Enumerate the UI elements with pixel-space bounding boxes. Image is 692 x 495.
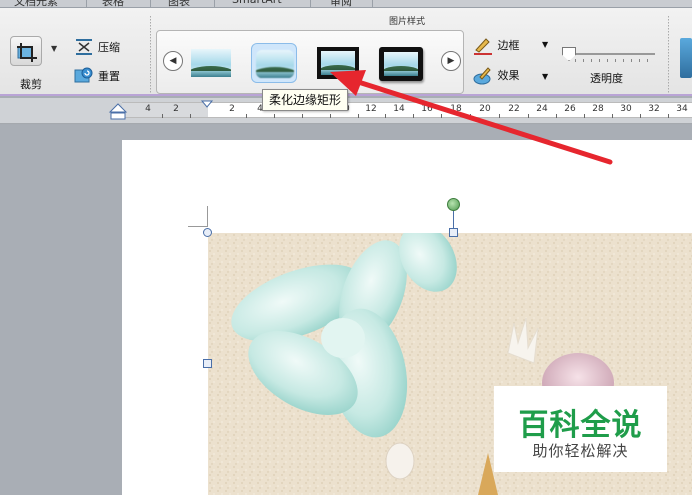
ribbon-tab-strip: 文档元素 表格 图表 SmartArt 审阅 (0, 0, 692, 8)
reset-button[interactable]: 重置 (74, 66, 120, 86)
rotation-handle[interactable] (447, 198, 460, 211)
ribbon: 裁剪 ▼ 压缩 重置 图片样式 ◀ ▶ 边框 ▼ 效果 ▼ 透明度 (0, 8, 692, 96)
style-thumbnail-image (191, 49, 231, 77)
ruler-number: 20 (479, 104, 491, 114)
left-indent-marker (108, 103, 128, 113)
resize-handle-top-left[interactable] (203, 228, 212, 237)
tab-separator (310, 0, 311, 7)
compress-label: 压缩 (98, 41, 120, 54)
style-thumbnail-image (317, 47, 359, 79)
ruler-tick (640, 114, 641, 118)
margin-corner-mark (207, 206, 208, 226)
style-soft-edge[interactable] (251, 43, 297, 83)
border-label: 边框 (497, 39, 520, 52)
compress-button[interactable]: 压缩 (74, 37, 120, 57)
ruler-number: 2 (229, 104, 235, 114)
transparency-slider-ticks (575, 59, 655, 62)
ruler-number: 30 (620, 104, 632, 114)
picture-styles-gallery: ◀ ▶ (156, 30, 464, 94)
border-button[interactable]: 边框 (472, 36, 520, 56)
ruler-number: 4 (145, 104, 151, 114)
pen-border-icon (474, 38, 492, 55)
margin-corner-mark (188, 226, 208, 227)
tab-separator (372, 0, 373, 7)
crop-button[interactable]: 裁剪 (6, 34, 46, 92)
tab-separator (86, 0, 87, 7)
group-separator (668, 16, 669, 94)
gallery-prev-button[interactable]: ◀ (163, 51, 183, 71)
ruler-tick (441, 114, 442, 118)
ruler-number: 34 (676, 104, 688, 114)
effects-button[interactable]: 效果 (472, 66, 520, 86)
ruler-number: 24 (536, 104, 548, 114)
transparency-slider-track[interactable] (567, 53, 655, 55)
tab-document-elements[interactable]: 文档元素 (14, 0, 58, 7)
tab-separator (150, 0, 151, 7)
ruler-tick (385, 114, 386, 118)
first-line-indent-marker (200, 100, 214, 108)
ruler-tick (246, 114, 247, 118)
ruler-number: 12 (365, 104, 377, 114)
ruler-number: 2 (173, 104, 179, 114)
ruler-number: 28 (592, 104, 604, 114)
arrange-icon[interactable] (680, 38, 692, 78)
ruler-tick (302, 114, 303, 118)
tab-smartart[interactable]: SmartArt (232, 0, 282, 7)
ruler-tick (499, 114, 500, 118)
ruler-tick (556, 114, 557, 118)
crop-dropdown-icon[interactable]: ▼ (51, 44, 57, 53)
border-dropdown-icon[interactable]: ▼ (542, 40, 548, 49)
tab-separator (214, 0, 215, 7)
gallery-next-button[interactable]: ▶ (441, 51, 461, 71)
watermark-logo: 百科全说 助你轻松解决 (494, 386, 667, 472)
style-simple-frame[interactable] (187, 43, 233, 83)
tab-review[interactable]: 审阅 (330, 0, 352, 7)
ruler-tick (470, 114, 471, 118)
ruler-tick (584, 114, 585, 118)
ruler-tick (162, 114, 163, 118)
ruler-tick (274, 114, 275, 118)
style-black-frame[interactable] (315, 43, 361, 83)
group-separator (150, 16, 151, 94)
ruler-number: 14 (393, 104, 405, 114)
ruler-number: 32 (648, 104, 660, 114)
ruler-number: 26 (564, 104, 576, 114)
crop-icon (10, 36, 42, 66)
picture-styles-title: 图片样式 (389, 17, 426, 27)
effects-label: 效果 (497, 69, 520, 82)
tab-charts[interactable]: 图表 (168, 0, 190, 7)
ruler-tick (190, 114, 191, 118)
ruler-tick (358, 114, 359, 118)
compress-icon (74, 38, 94, 56)
crop-label: 裁剪 (20, 78, 42, 91)
style-thumbnail-image (379, 47, 423, 81)
ruler-tick (612, 114, 613, 118)
ruler-tick (528, 114, 529, 118)
resize-handle-left[interactable] (203, 359, 212, 368)
watermark-title: 百科全说 (518, 408, 643, 443)
tab-tables[interactable]: 表格 (102, 0, 124, 7)
style-tooltip: 柔化边缘矩形 (262, 89, 349, 111)
watermark-subtitle: 助你轻松解决 (532, 442, 629, 460)
effects-icon (473, 67, 491, 85)
left-indent-box (110, 112, 126, 120)
style-black-rounded-frame[interactable] (377, 43, 423, 83)
ruler-tick (413, 114, 414, 118)
ruler-number: 22 (508, 104, 520, 114)
resize-handle-top[interactable] (449, 228, 458, 237)
ruler-tick (330, 114, 331, 118)
ruler-number: 16 (421, 104, 433, 114)
ruler-tick (668, 114, 669, 118)
transparency-slider-thumb[interactable] (562, 47, 576, 61)
effects-dropdown-icon[interactable]: ▼ (542, 72, 548, 81)
ruler-number: 18 (450, 104, 462, 114)
style-thumbnail-image (256, 50, 294, 78)
reset-icon (74, 67, 94, 85)
transparency-label: 透明度 (590, 72, 623, 85)
reset-label: 重置 (98, 70, 120, 83)
